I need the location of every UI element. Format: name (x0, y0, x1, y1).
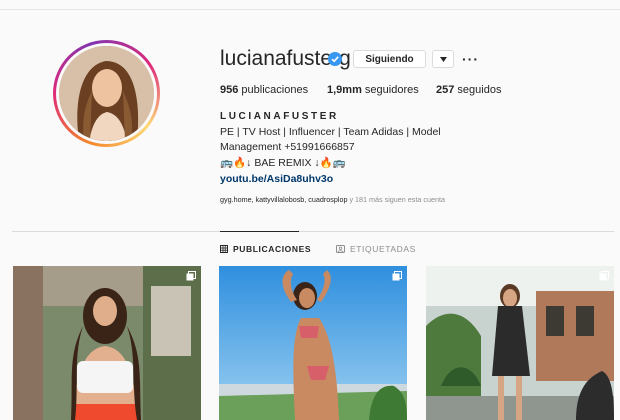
tag-icon (336, 245, 345, 253)
top-nav-bar (0, 0, 620, 10)
followers-label: seguidores (364, 84, 419, 96)
tab-publicaciones[interactable]: PUBLICACIONES (220, 244, 311, 254)
bio-link[interactable]: youtu.be/AsiDa8uhv3o (220, 173, 333, 185)
bio-line-1: PE | TV Host | Influencer | Team Adidas … (220, 126, 441, 138)
followed-by-rest: y 181 más siguen esta cuenta (349, 195, 445, 204)
bio-line-2: Management +51991666857 (220, 141, 355, 153)
following-count: 257 (436, 84, 455, 96)
ellipsis-icon: ··· (462, 51, 479, 67)
followers-count: 1,9mm (327, 84, 362, 96)
post-thumbnail-2[interactable] (219, 266, 407, 420)
post-thumbnail-1[interactable] (13, 266, 201, 420)
suggestions-dropdown-button[interactable] (432, 50, 454, 68)
caret-down-icon (439, 56, 447, 62)
active-tab-indicator (220, 231, 299, 232)
stat-following[interactable]: 257 seguidos (436, 84, 501, 96)
story-ring[interactable] (53, 40, 160, 147)
tabs-divider (12, 231, 614, 232)
avatar[interactable] (59, 46, 154, 141)
multiple-photos-icon (599, 271, 609, 281)
following-button[interactable]: Siguiendo (353, 50, 426, 68)
profile-full-name: LUCIANAFUSTER (220, 111, 339, 122)
more-options-button[interactable]: ··· (462, 51, 479, 67)
stat-posts: 956 publicaciones (220, 84, 308, 96)
multiple-photos-icon (186, 271, 196, 281)
post-thumbnail-3[interactable] (426, 266, 614, 420)
multiple-photos-icon (392, 271, 402, 281)
verified-badge-icon (328, 52, 342, 66)
tab-publicaciones-label: PUBLICACIONES (233, 244, 312, 254)
posts-label: publicaciones (241, 84, 309, 96)
tab-etiquetadas[interactable]: ETIQUETADAS (336, 244, 416, 254)
stat-followers[interactable]: 1,9mm seguidores (327, 84, 419, 96)
tab-etiquetadas-label: ETIQUETADAS (350, 244, 416, 254)
grid-icon (220, 245, 228, 253)
posts-count: 956 (220, 84, 239, 96)
bio-line-3: 🚌🔥↓ BAE REMIX ↓🔥🚌 (220, 157, 346, 169)
followed-by[interactable]: gyg.home, kattyvillalobosb, cuadrosplop … (220, 195, 445, 204)
following-label: seguidos (457, 84, 502, 96)
followed-by-names: gyg.home, kattyvillalobosb, cuadrosplop (220, 195, 348, 204)
